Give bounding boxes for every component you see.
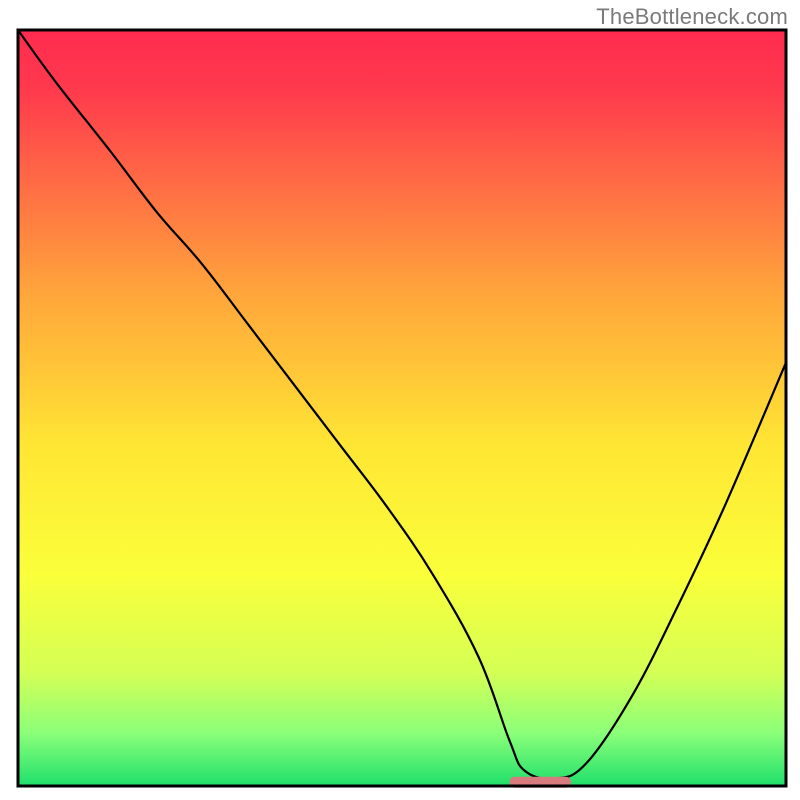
gradient-background: [18, 30, 786, 786]
watermark-label: TheBottleneck.com: [596, 4, 788, 30]
chart-canvas: [0, 0, 800, 800]
chart-container: TheBottleneck.com: [0, 0, 800, 800]
